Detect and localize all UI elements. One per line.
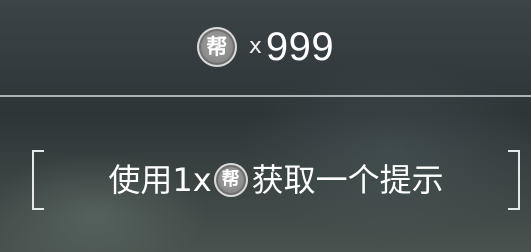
use-hint-button[interactable]: 使用1x 帮 获取一个提示 bbox=[32, 150, 520, 210]
hint-button-label: 使用1x 帮 获取一个提示 bbox=[108, 161, 444, 199]
help-coin-icon: 帮 bbox=[196, 27, 237, 67]
divider bbox=[0, 95, 531, 97]
left-bracket bbox=[32, 150, 44, 210]
help-coin-glyph: 帮 bbox=[206, 34, 228, 59]
help-coin-icon: 帮 bbox=[213, 163, 248, 197]
hint-prefix: 使用1x bbox=[108, 161, 212, 199]
multiplier-sign: x bbox=[248, 34, 262, 59]
help-coin-glyph: 帮 bbox=[221, 169, 240, 190]
hint-coin-counter: 帮 x 999 bbox=[0, 20, 531, 74]
coin-count: 999 bbox=[265, 25, 335, 69]
hint-suffix: 获取一个提示 bbox=[251, 161, 444, 199]
right-bracket bbox=[508, 150, 520, 210]
